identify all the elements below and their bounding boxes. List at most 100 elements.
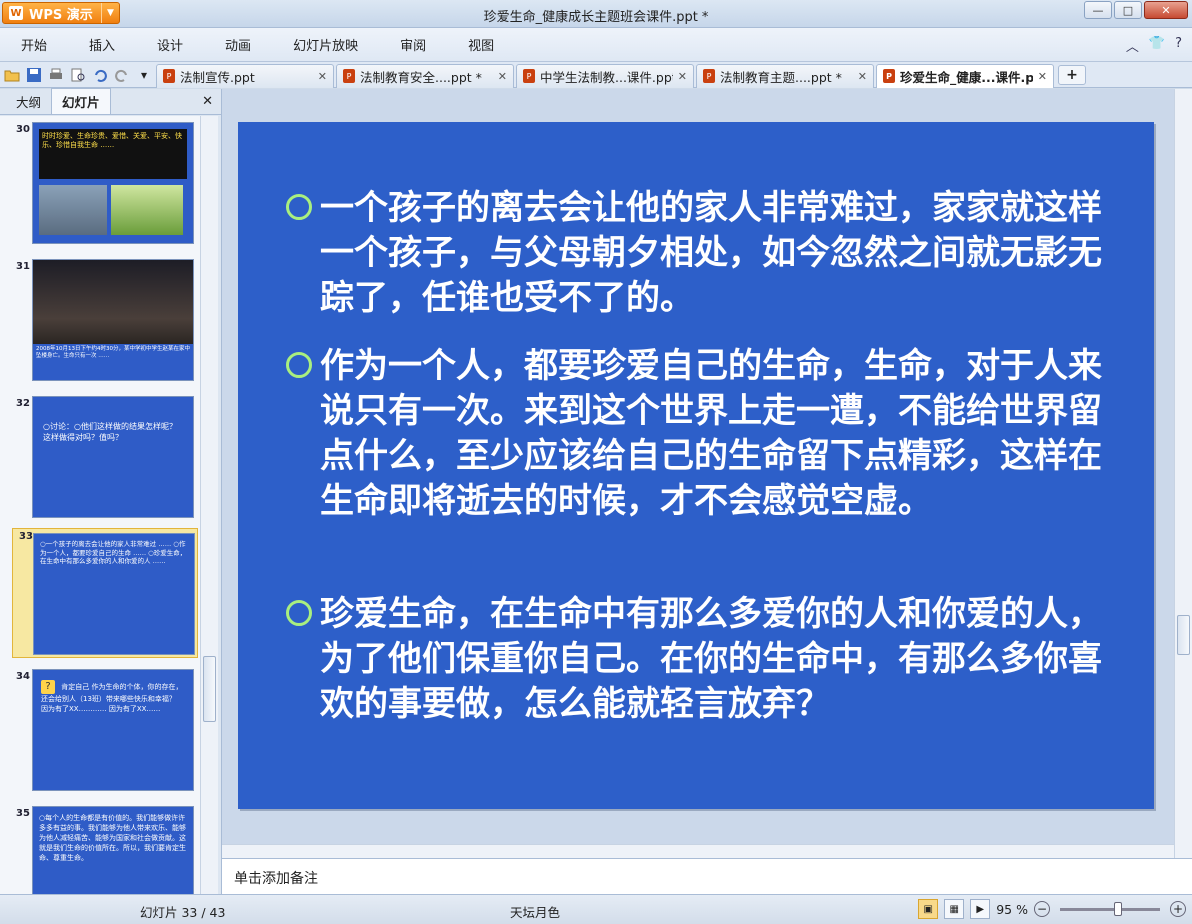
scrollbar-thumb[interactable] [203, 656, 216, 722]
slide-bullet[interactable]: 作为一个人，都要珍爱自己的生命，生命，对于人来说只有一次。来到这个世界上走一遭，… [286, 344, 1114, 524]
doc-tab-label: 法制教育安全....ppt * [360, 69, 482, 85]
vertical-scrollbar[interactable] [1174, 89, 1192, 858]
help-icon[interactable]: ? [1175, 36, 1182, 55]
thumbnail-text: 肯定自己 作为生命的个体，你的存在，还会给别人（13班）带来哪些快乐和幸福？ 因… [41, 683, 183, 713]
quick-access-dropdown-icon[interactable]: ▾ [134, 65, 154, 85]
thumbnail-text: 2008年10月13日下午约4时30分，某中学初中学生赵某在家中坠楼身亡。生命只… [36, 346, 190, 359]
zoom-in-button[interactable]: + [1170, 901, 1186, 917]
slide-number: 34 [16, 671, 30, 682]
thumbnail-text: ○讨论：○他们这样做的结果怎样呢？这样做得对吗？值吗？ [43, 422, 177, 442]
title-bar: W WPS 演示 ▼ 珍爱生命_健康成长主题班会课件.ppt * — □ ✕ [0, 0, 1192, 28]
slide-counter: 幻灯片 33 / 43 [140, 905, 226, 920]
slide-number: 31 [16, 261, 30, 272]
thumbnails-scrollbar[interactable] [200, 116, 218, 894]
bullet-circle-icon [286, 352, 312, 378]
slideshow-view-button[interactable]: ▶ [970, 899, 991, 919]
zoom-slider[interactable] [1060, 901, 1160, 916]
maximize-button[interactable]: □ [1114, 1, 1142, 19]
scrollbar-thumb[interactable] [1177, 615, 1190, 655]
slides-panel: 大纲 幻灯片 ✕ 30 时时珍爱、生命珍贵、爱惜、关爱、平安、快乐、珍惜自我生命… [0, 88, 222, 894]
doc-tab-label: 法制教育主题....ppt * [720, 69, 842, 85]
view-zoom-controls: ▣ ▦ ▶ 95 % − + [918, 899, 1186, 919]
current-slide[interactable]: 一个孩子的离去会让他的家人非常难过，家家就这样一个孩子，与父母朝夕相处，如今忽然… [238, 122, 1154, 809]
bullet-circle-icon [286, 194, 312, 220]
status-bar: 幻灯片 33 / 43 天坛月色 ▣ ▦ ▶ 95 % − + [0, 894, 1192, 924]
slide-thumbnail-selected[interactable]: 33 ○一个孩子的离去会让他的家人非常难过 …… ○作为一个人，都要珍爱自己的生… [12, 528, 198, 658]
menu-insert[interactable]: 插入 [68, 35, 136, 54]
ppt-file-icon: P [883, 69, 895, 83]
zoom-out-button[interactable]: − [1034, 901, 1050, 917]
ppt-file-icon: P [163, 69, 175, 83]
zoom-level: 95 % [996, 901, 1028, 917]
thumbnail-text: ○一个孩子的离去会让他的家人非常难过 …… ○作为一个人，都要珍爱自己的生命 …… [40, 540, 187, 565]
bullet-text: 作为一个人，都要珍爱自己的生命，生命，对于人来说只有一次。来到这个世界上走一遭，… [320, 346, 1102, 521]
doc-tab-label: 中学生法制教...课件.ppt [540, 69, 673, 85]
close-tab-icon[interactable]: ✕ [1038, 70, 1047, 83]
undo-icon[interactable] [90, 65, 110, 85]
slide-bullet[interactable]: 一个孩子的离去会让他的家人非常难过，家家就这样一个孩子，与父母朝夕相处，如今忽然… [286, 186, 1114, 321]
new-tab-button[interactable]: + [1058, 64, 1086, 85]
notes-pane[interactable]: 单击添加备注 [222, 858, 1192, 894]
menu-design[interactable]: 设计 [136, 35, 204, 54]
minimize-button[interactable]: — [1084, 1, 1112, 19]
ppt-file-icon: P [343, 69, 355, 83]
slide-number: 30 [16, 124, 30, 135]
close-tab-icon[interactable]: ✕ [678, 70, 687, 83]
slide-editor: 一个孩子的离去会让他的家人非常难过，家家就这样一个孩子，与父母朝夕相处，如今忽然… [222, 89, 1192, 858]
print-icon[interactable] [46, 65, 66, 85]
slide-number: 32 [16, 398, 30, 409]
slide-number: 35 [16, 808, 30, 819]
panel-tabs: 大纲 幻灯片 ✕ [0, 88, 221, 115]
menu-animation[interactable]: 动画 [204, 35, 272, 54]
thumbnail-text: 时时珍爱、生命珍贵、爱惜、关爱、平安、快乐、珍惜自我生命 …… [39, 129, 187, 179]
ppt-file-icon: P [703, 69, 715, 83]
ppt-file-icon: P [523, 69, 535, 83]
menu-slideshow[interactable]: 幻灯片放映 [272, 35, 379, 54]
night-scene-image [33, 260, 193, 344]
document-tab-bar: ▾ P 法制宣传.ppt ✕ P 法制教育安全....ppt * ✕ P 中学生… [0, 62, 1192, 88]
bullet-text: 珍爱生命，在生命中有那么多爱你的人和你爱的人，为了他们保重你自己。在你的生命中，… [320, 594, 1102, 724]
horizontal-scrollbar[interactable] [222, 844, 1174, 858]
slide-sorter-view-button[interactable]: ▦ [944, 899, 965, 919]
close-tab-icon[interactable]: ✕ [858, 70, 867, 83]
chevron-up-icon[interactable]: ︿ [1126, 36, 1139, 55]
open-folder-icon[interactable] [2, 65, 22, 85]
window-controls: — □ ✕ [1084, 1, 1188, 19]
slide-thumbnail-list: 30 时时珍爱、生命珍贵、爱惜、关爱、平安、快乐、珍惜自我生命 …… 31 20… [0, 116, 200, 894]
ribbon-menu-bar: 开始 插入 设计 动画 幻灯片放映 审阅 视图 ︿ 👕 ? [0, 28, 1192, 62]
bullet-text: 一个孩子的离去会让他的家人非常难过，家家就这样一个孩子，与父母朝夕相处，如今忽然… [320, 188, 1102, 318]
theme-name: 天坛月色 [510, 905, 561, 920]
doc-tab-label: 珍爱生命_健康...课件.ppt * [900, 69, 1033, 85]
question-icon: ? [41, 680, 55, 694]
zoom-slider-knob[interactable] [1114, 901, 1122, 916]
close-window-button[interactable]: ✕ [1144, 1, 1188, 19]
close-panel-icon[interactable]: ✕ [202, 94, 213, 109]
flower-image [111, 185, 183, 235]
doc-tab[interactable]: P 法制教育主题....ppt * ✕ [696, 63, 874, 88]
menu-view[interactable]: 视图 [447, 35, 515, 54]
doc-tab[interactable]: P 法制教育安全....ppt * ✕ [336, 63, 514, 88]
slide-number: 33 [19, 531, 33, 542]
menu-home[interactable]: 开始 [0, 35, 68, 54]
print-preview-icon[interactable] [68, 65, 88, 85]
normal-view-button[interactable]: ▣ [918, 899, 939, 919]
window-title: 珍爱生命_健康成长主题班会课件.ppt * [483, 10, 709, 25]
skin-shirt-icon[interactable]: 👕 [1149, 36, 1165, 55]
tab-slides[interactable]: 幻灯片 [51, 88, 111, 114]
classroom-image [39, 185, 107, 235]
doc-tab-label: 法制宣传.ppt [180, 69, 255, 85]
menu-review[interactable]: 审阅 [379, 35, 447, 54]
ribbon-right-controls: ︿ 👕 ? [1126, 36, 1182, 55]
redo-icon[interactable] [112, 65, 132, 85]
tab-outline[interactable]: 大纲 [6, 89, 51, 114]
close-tab-icon[interactable]: ✕ [318, 70, 327, 83]
close-tab-icon[interactable]: ✕ [498, 70, 507, 83]
doc-tab[interactable]: P 中学生法制教...课件.ppt ✕ [516, 63, 694, 88]
doc-tab[interactable]: P 法制宣传.ppt ✕ [156, 63, 334, 88]
bullet-circle-icon [286, 600, 312, 626]
save-icon[interactable] [24, 65, 44, 85]
thumbnail-text: ○每个人的生命都是有价值的。我们能够做许许多多有益的事。我们能够为他人带来欢乐、… [39, 814, 186, 862]
doc-tab-active[interactable]: P 珍爱生命_健康...课件.ppt * ✕ [876, 63, 1054, 88]
wps-presentation-window: W WPS 演示 ▼ 珍爱生命_健康成长主题班会课件.ppt * — □ ✕ 开… [0, 0, 1192, 924]
slide-bullet[interactable]: 珍爱生命，在生命中有那么多爱你的人和你爱的人，为了他们保重你自己。在你的生命中，… [286, 592, 1114, 727]
